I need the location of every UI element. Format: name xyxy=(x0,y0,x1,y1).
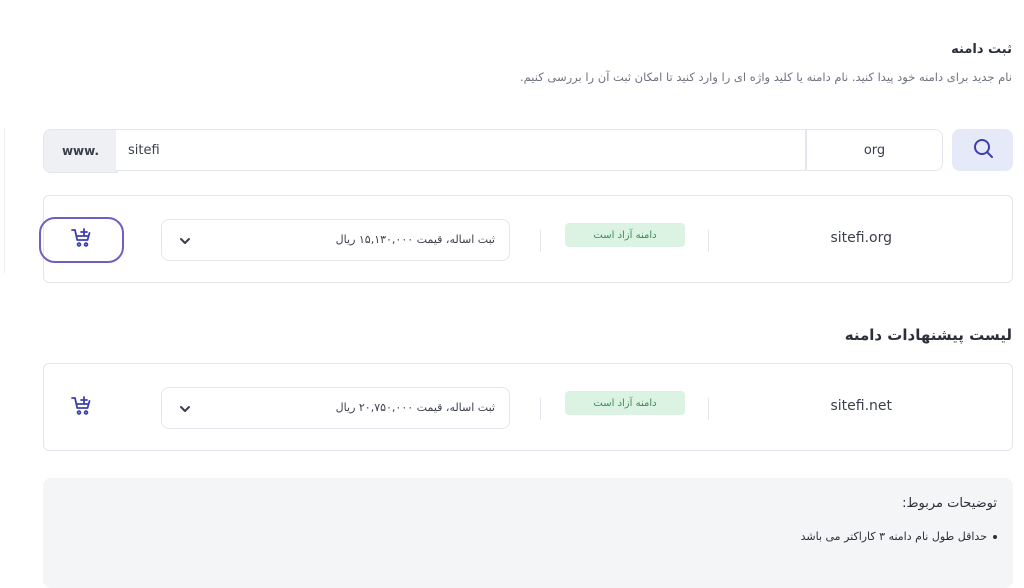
note-text: حداقل طول نام دامنه ۳ کاراکتر می باشد xyxy=(800,530,987,543)
add-to-cart-button[interactable] xyxy=(39,385,124,431)
note-item-partial xyxy=(577,568,997,576)
notes-panel: توضیحات مربوط: حداقل طول نام دامنه ۳ کار… xyxy=(43,478,1013,588)
divider xyxy=(708,230,709,252)
add-to-cart-button[interactable] xyxy=(39,217,124,263)
chevron-down-icon xyxy=(178,401,192,420)
note-item: حداقل طول نام دامنه ۳ کاراکتر می باشد xyxy=(801,530,997,543)
tld-select[interactable]: org xyxy=(806,129,943,171)
search-result-card: sitefi.org دامنه آزاد است ثبت اساله، قیم… xyxy=(39,195,1013,283)
chevron-down-icon xyxy=(178,233,192,252)
divider xyxy=(540,230,541,252)
search-icon xyxy=(971,136,995,164)
status-badge: دامنه آزاد است xyxy=(565,223,685,247)
result-domain-name: sitefi.org xyxy=(830,230,892,246)
suggestion-card: sitefi.net دامنه آزاد است ثبت اساله، قیم… xyxy=(43,363,1013,451)
price-option-label: ثبت اساله، قیمت ۲۰,۷۵۰,۰۰۰ ریال xyxy=(335,401,495,414)
price-option-label: ثبت اساله، قیمت ۱۵,۱۳۰,۰۰۰ ریال xyxy=(335,233,495,246)
domain-search-bar: www. org xyxy=(43,129,1013,173)
suggestions-title: لیست پیشنهادات دامنه xyxy=(844,326,1012,344)
divider xyxy=(708,398,709,420)
divider xyxy=(540,398,541,420)
add-to-cart-icon xyxy=(70,228,93,252)
bullet-icon xyxy=(993,535,997,539)
add-to-cart-icon xyxy=(70,396,93,420)
page-title: ثبت دامنه xyxy=(951,42,1012,57)
page-subtitle: نام جدید برای دامنه خود پیدا کنید. نام د… xyxy=(520,70,1012,84)
price-period-select[interactable]: ثبت اساله، قیمت ۲۰,۷۵۰,۰۰۰ ریال xyxy=(161,387,510,429)
notes-title: توضیحات مربوط: xyxy=(902,496,997,511)
price-period-select[interactable]: ثبت اساله، قیمت ۱۵,۱۳۰,۰۰۰ ریال xyxy=(161,219,510,261)
www-prefix: www. xyxy=(43,129,118,173)
status-badge: دامنه آزاد است xyxy=(565,391,685,415)
search-button[interactable] xyxy=(952,129,1013,171)
left-edge-panel xyxy=(0,128,5,273)
suggestion-domain-name: sitefi.net xyxy=(830,398,892,414)
domain-search-input[interactable] xyxy=(116,129,806,171)
